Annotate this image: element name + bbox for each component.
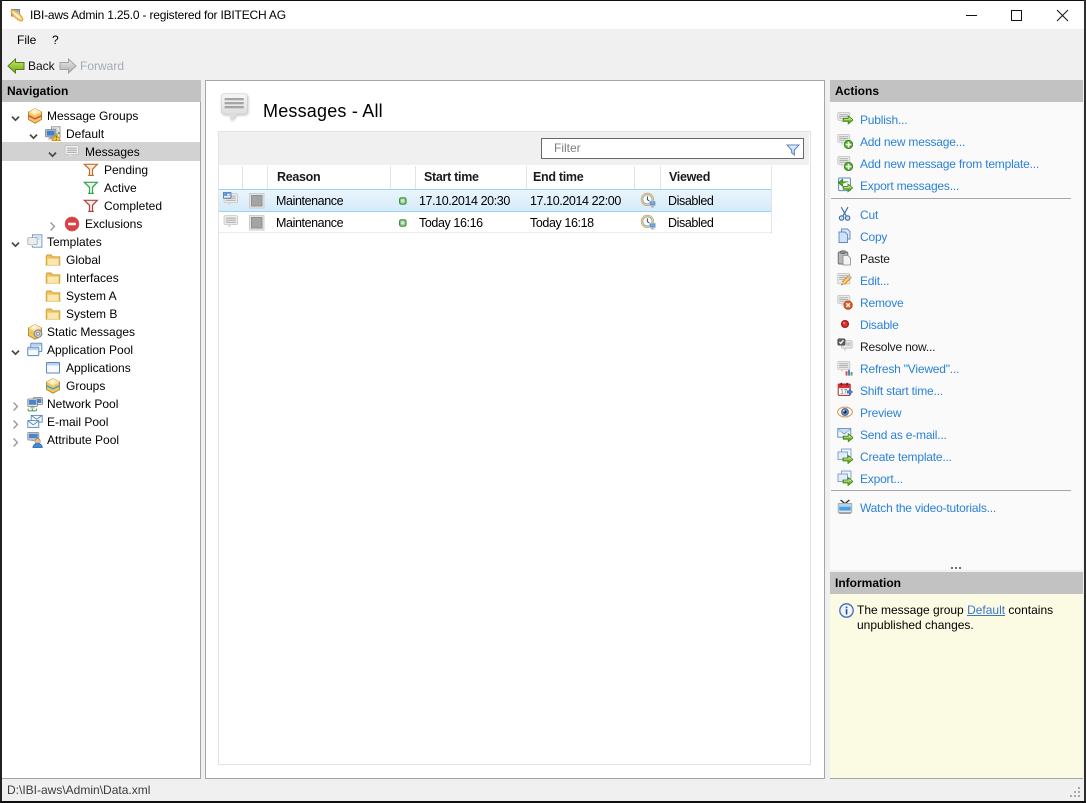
svg-text:17: 17 xyxy=(840,390,847,396)
